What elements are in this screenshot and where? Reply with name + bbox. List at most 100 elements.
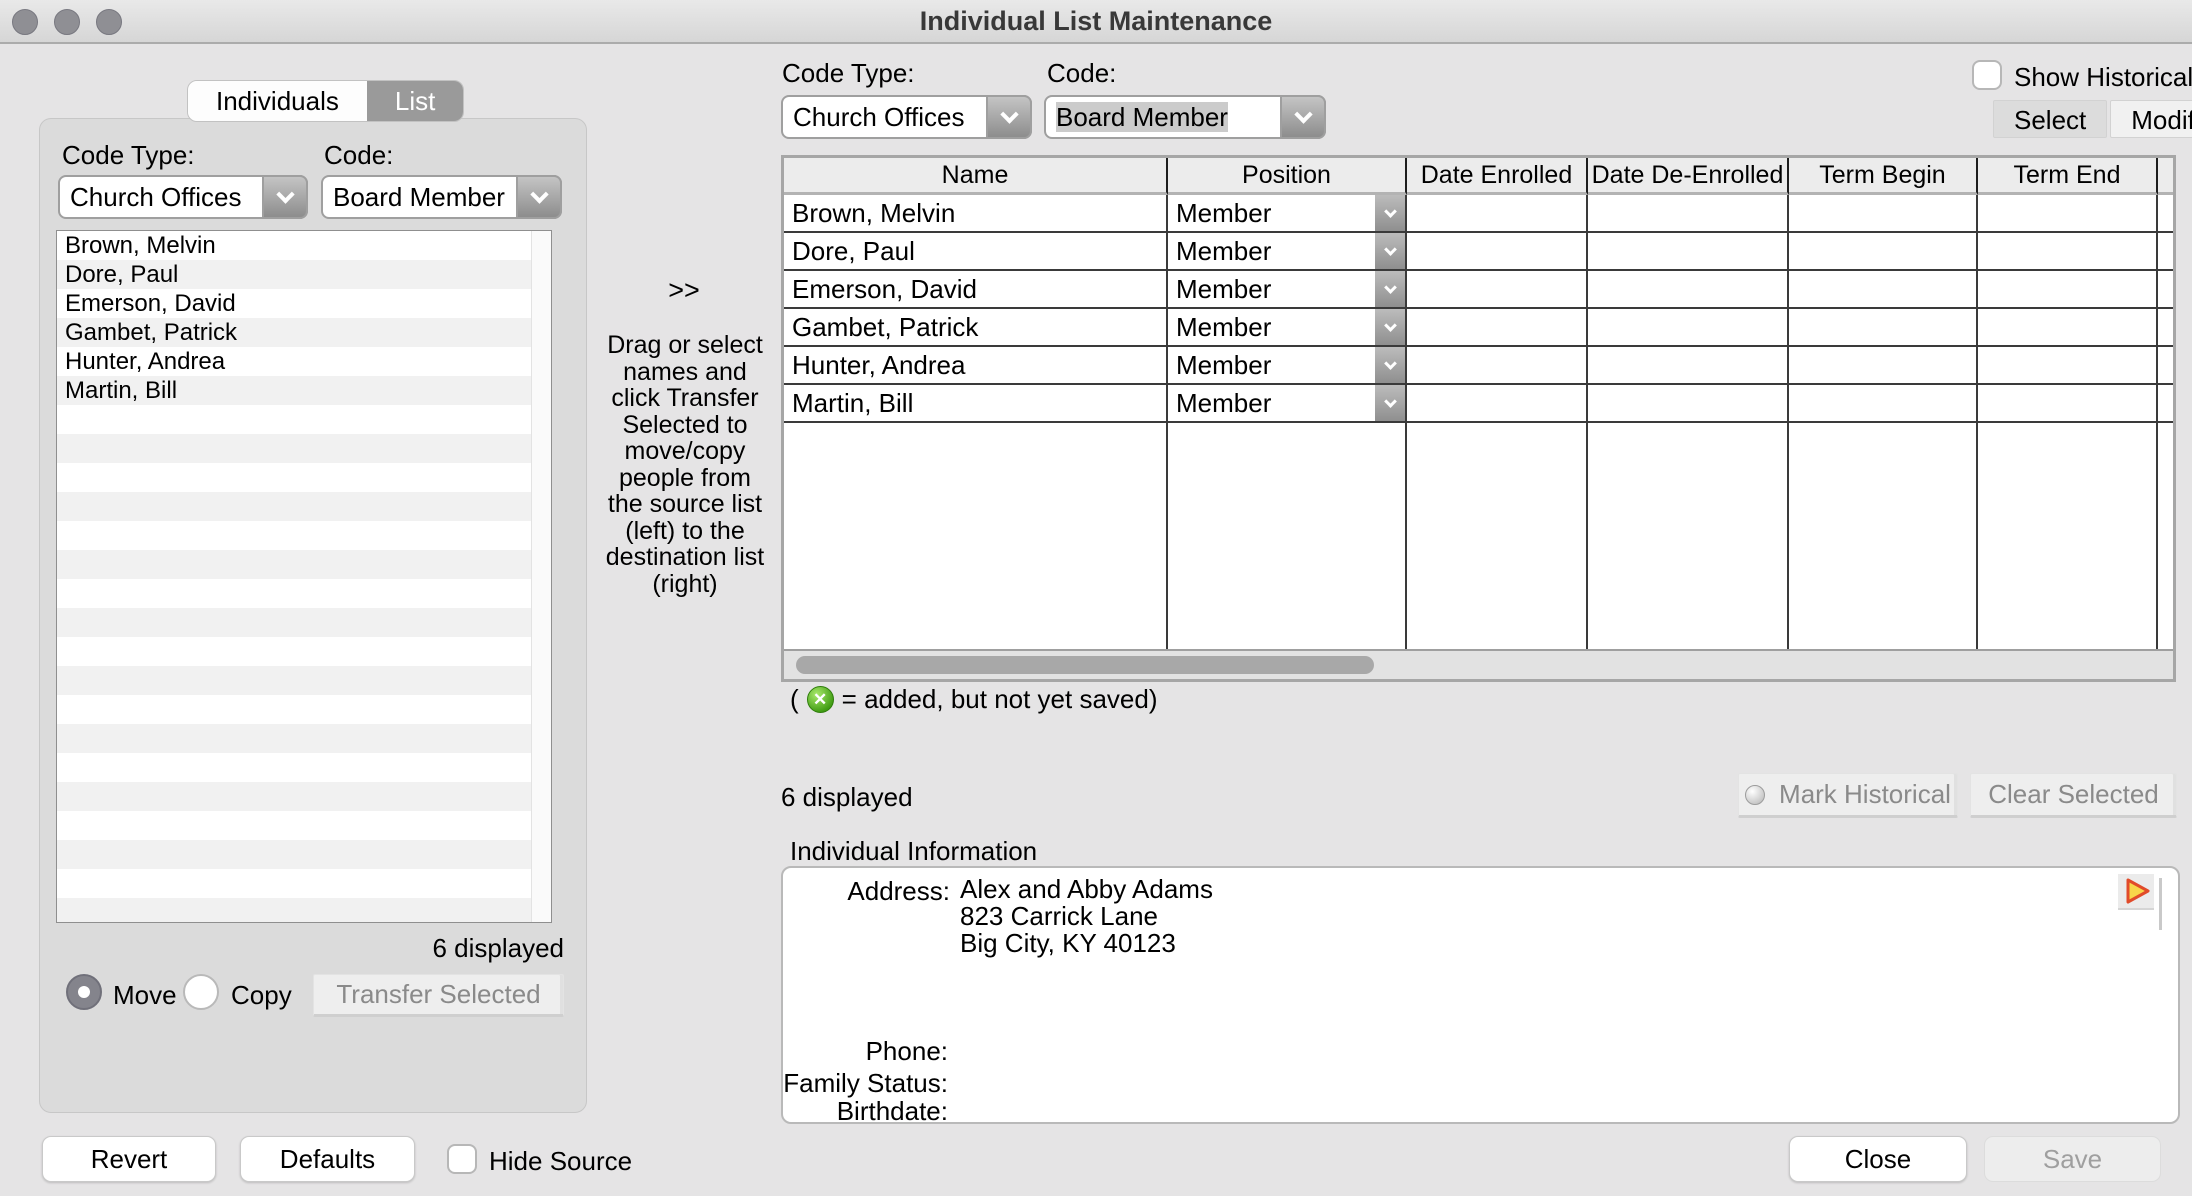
hide-source-checkbox[interactable] xyxy=(447,1144,477,1174)
table-cell xyxy=(2158,233,2173,271)
list-item[interactable]: Dore, Paul xyxy=(57,260,551,289)
table-row[interactable]: Martin, BillMember xyxy=(784,385,2173,423)
table-cell xyxy=(1588,271,1789,309)
tab-individuals[interactable]: Individuals xyxy=(188,81,367,121)
chevron-down-icon[interactable] xyxy=(1375,271,1405,307)
table-row[interactable]: Emerson, DavidMember xyxy=(784,271,2173,309)
list-item[interactable]: Hunter, Andrea xyxy=(57,347,551,376)
column-header: Term Begin xyxy=(1789,158,1978,195)
position-cell[interactable]: Member xyxy=(1168,271,1407,309)
position-cell[interactable]: Member xyxy=(1168,385,1407,423)
dest-code-label: Code: xyxy=(1047,58,1116,89)
column-header: Date Enrolled xyxy=(1407,158,1588,195)
address-label: Address: xyxy=(700,876,950,907)
table-cell xyxy=(1789,309,1978,347)
table-empty-cell xyxy=(2158,423,2173,649)
horizontal-scrollbar[interactable] xyxy=(784,649,2173,679)
mark-historical-button[interactable]: Mark Historical xyxy=(1738,773,1958,818)
window-title: Individual List Maintenance xyxy=(0,0,2192,44)
table-empty-cell xyxy=(1407,423,1588,649)
chevron-down-icon[interactable] xyxy=(986,95,1032,139)
chevron-down-icon[interactable] xyxy=(516,175,562,219)
chevron-down-icon[interactable] xyxy=(1375,385,1405,421)
position-cell[interactable]: Member xyxy=(1168,309,1407,347)
dest-code-type-dropdown[interactable]: Church Offices xyxy=(781,95,1032,139)
list-item[interactable]: Martin, Bill xyxy=(57,376,551,405)
chevron-down-icon[interactable] xyxy=(262,175,308,219)
source-code-type-dropdown[interactable]: Church Offices xyxy=(58,175,308,219)
chevron-down-icon[interactable] xyxy=(1280,95,1326,139)
source-code-type-label: Code Type: xyxy=(62,140,195,171)
table-row[interactable]: Gambet, PatrickMember xyxy=(784,309,2173,347)
table-empty-cell xyxy=(1168,423,1407,649)
table-row[interactable]: Brown, MelvinMember xyxy=(784,195,2173,233)
table-empty-cell xyxy=(1789,423,1978,649)
table-cell xyxy=(1978,195,2158,233)
table-cell xyxy=(1588,195,1789,233)
individual-list-maintenance-window: Individual List Maintenance Individuals … xyxy=(0,0,2192,1196)
chevron-down-icon[interactable] xyxy=(1375,195,1405,231)
table-body: Brown, MelvinMemberDore, PaulMemberEmers… xyxy=(784,195,2173,423)
table-cell xyxy=(2158,347,2173,385)
table-cell xyxy=(1978,347,2158,385)
table-cell xyxy=(1588,385,1789,423)
table-cell xyxy=(1978,385,2158,423)
save-button[interactable]: Save xyxy=(1984,1136,2161,1182)
source-tabs: Individuals List xyxy=(187,80,464,122)
name-cell: Hunter, Andrea xyxy=(784,347,1168,385)
dest-code-dropdown[interactable]: Board Member xyxy=(1044,95,1326,139)
copy-radio[interactable] xyxy=(183,974,219,1010)
address-line: Alex and Abby Adams xyxy=(960,876,1213,903)
table-cell xyxy=(2158,271,2173,309)
birthdate-label: Birthdate: xyxy=(698,1096,948,1127)
table-cell xyxy=(1789,385,1978,423)
source-code-dropdown[interactable]: Board Member xyxy=(321,175,562,219)
table-row[interactable]: Hunter, AndreaMember xyxy=(784,347,2173,385)
table-cell xyxy=(1588,309,1789,347)
table-header-row: NamePositionDate EnrolledDate De-Enrolle… xyxy=(784,158,2173,195)
source-code-label: Code: xyxy=(324,140,393,171)
name-cell: Dore, Paul xyxy=(784,233,1168,271)
select-button[interactable]: Select xyxy=(1993,100,2107,138)
modify-button[interactable]: Modify xyxy=(2110,100,2192,138)
move-radio-label[interactable]: Move xyxy=(113,980,177,1011)
show-historical-label[interactable]: Show Historical xyxy=(2014,62,2192,93)
copy-radio-label[interactable]: Copy xyxy=(231,980,292,1011)
position-cell[interactable]: Member xyxy=(1168,347,1407,385)
play-button[interactable] xyxy=(2118,874,2154,910)
added-note: ( ✕ = added, but not yet saved) xyxy=(790,684,1158,715)
table-cell xyxy=(2158,385,2173,423)
table-cell xyxy=(1789,233,1978,271)
address-line: Big City, KY 40123 xyxy=(960,930,1213,957)
list-item[interactable]: Gambet, Patrick xyxy=(57,318,551,347)
table-empty-cell xyxy=(1588,423,1789,649)
scrollbar-thumb[interactable] xyxy=(796,656,1374,674)
move-radio[interactable] xyxy=(66,974,102,1010)
defaults-button[interactable]: Defaults xyxy=(240,1136,415,1182)
tab-list[interactable]: List xyxy=(367,81,463,121)
column-header: Date De-Enrolled xyxy=(1588,158,1789,195)
revert-button[interactable]: Revert xyxy=(42,1136,216,1182)
chevron-down-icon[interactable] xyxy=(1375,309,1405,345)
dest-code-type-label: Code Type: xyxy=(782,58,915,89)
individual-information-box: Address: Alex and Abby Adams823 Carrick … xyxy=(781,866,2180,1124)
table-row[interactable]: Dore, PaulMember xyxy=(784,233,2173,271)
scrollbar-track[interactable] xyxy=(531,231,551,922)
table-empty-area xyxy=(784,423,2173,649)
list-item[interactable]: Emerson, David xyxy=(57,289,551,318)
name-cell: Brown, Melvin xyxy=(784,195,1168,233)
table-cell xyxy=(1407,385,1588,423)
transfer-selected-button[interactable]: Transfer Selected xyxy=(313,974,564,1017)
table-empty-cell xyxy=(1978,423,2158,649)
chevron-down-icon[interactable] xyxy=(1375,347,1405,383)
source-name-list[interactable]: Brown, MelvinDore, PaulEmerson, DavidGam… xyxy=(56,230,552,923)
show-historical-checkbox[interactable] xyxy=(1972,60,2002,90)
clear-selected-button[interactable]: Clear Selected xyxy=(1970,773,2177,818)
list-item[interactable]: Brown, Melvin xyxy=(57,231,551,260)
chevron-down-icon[interactable] xyxy=(1375,233,1405,269)
position-cell[interactable]: Member xyxy=(1168,195,1407,233)
close-button[interactable]: Close xyxy=(1789,1136,1967,1182)
table-cell xyxy=(1789,347,1978,385)
hide-source-label[interactable]: Hide Source xyxy=(489,1146,632,1177)
position-cell[interactable]: Member xyxy=(1168,233,1407,271)
